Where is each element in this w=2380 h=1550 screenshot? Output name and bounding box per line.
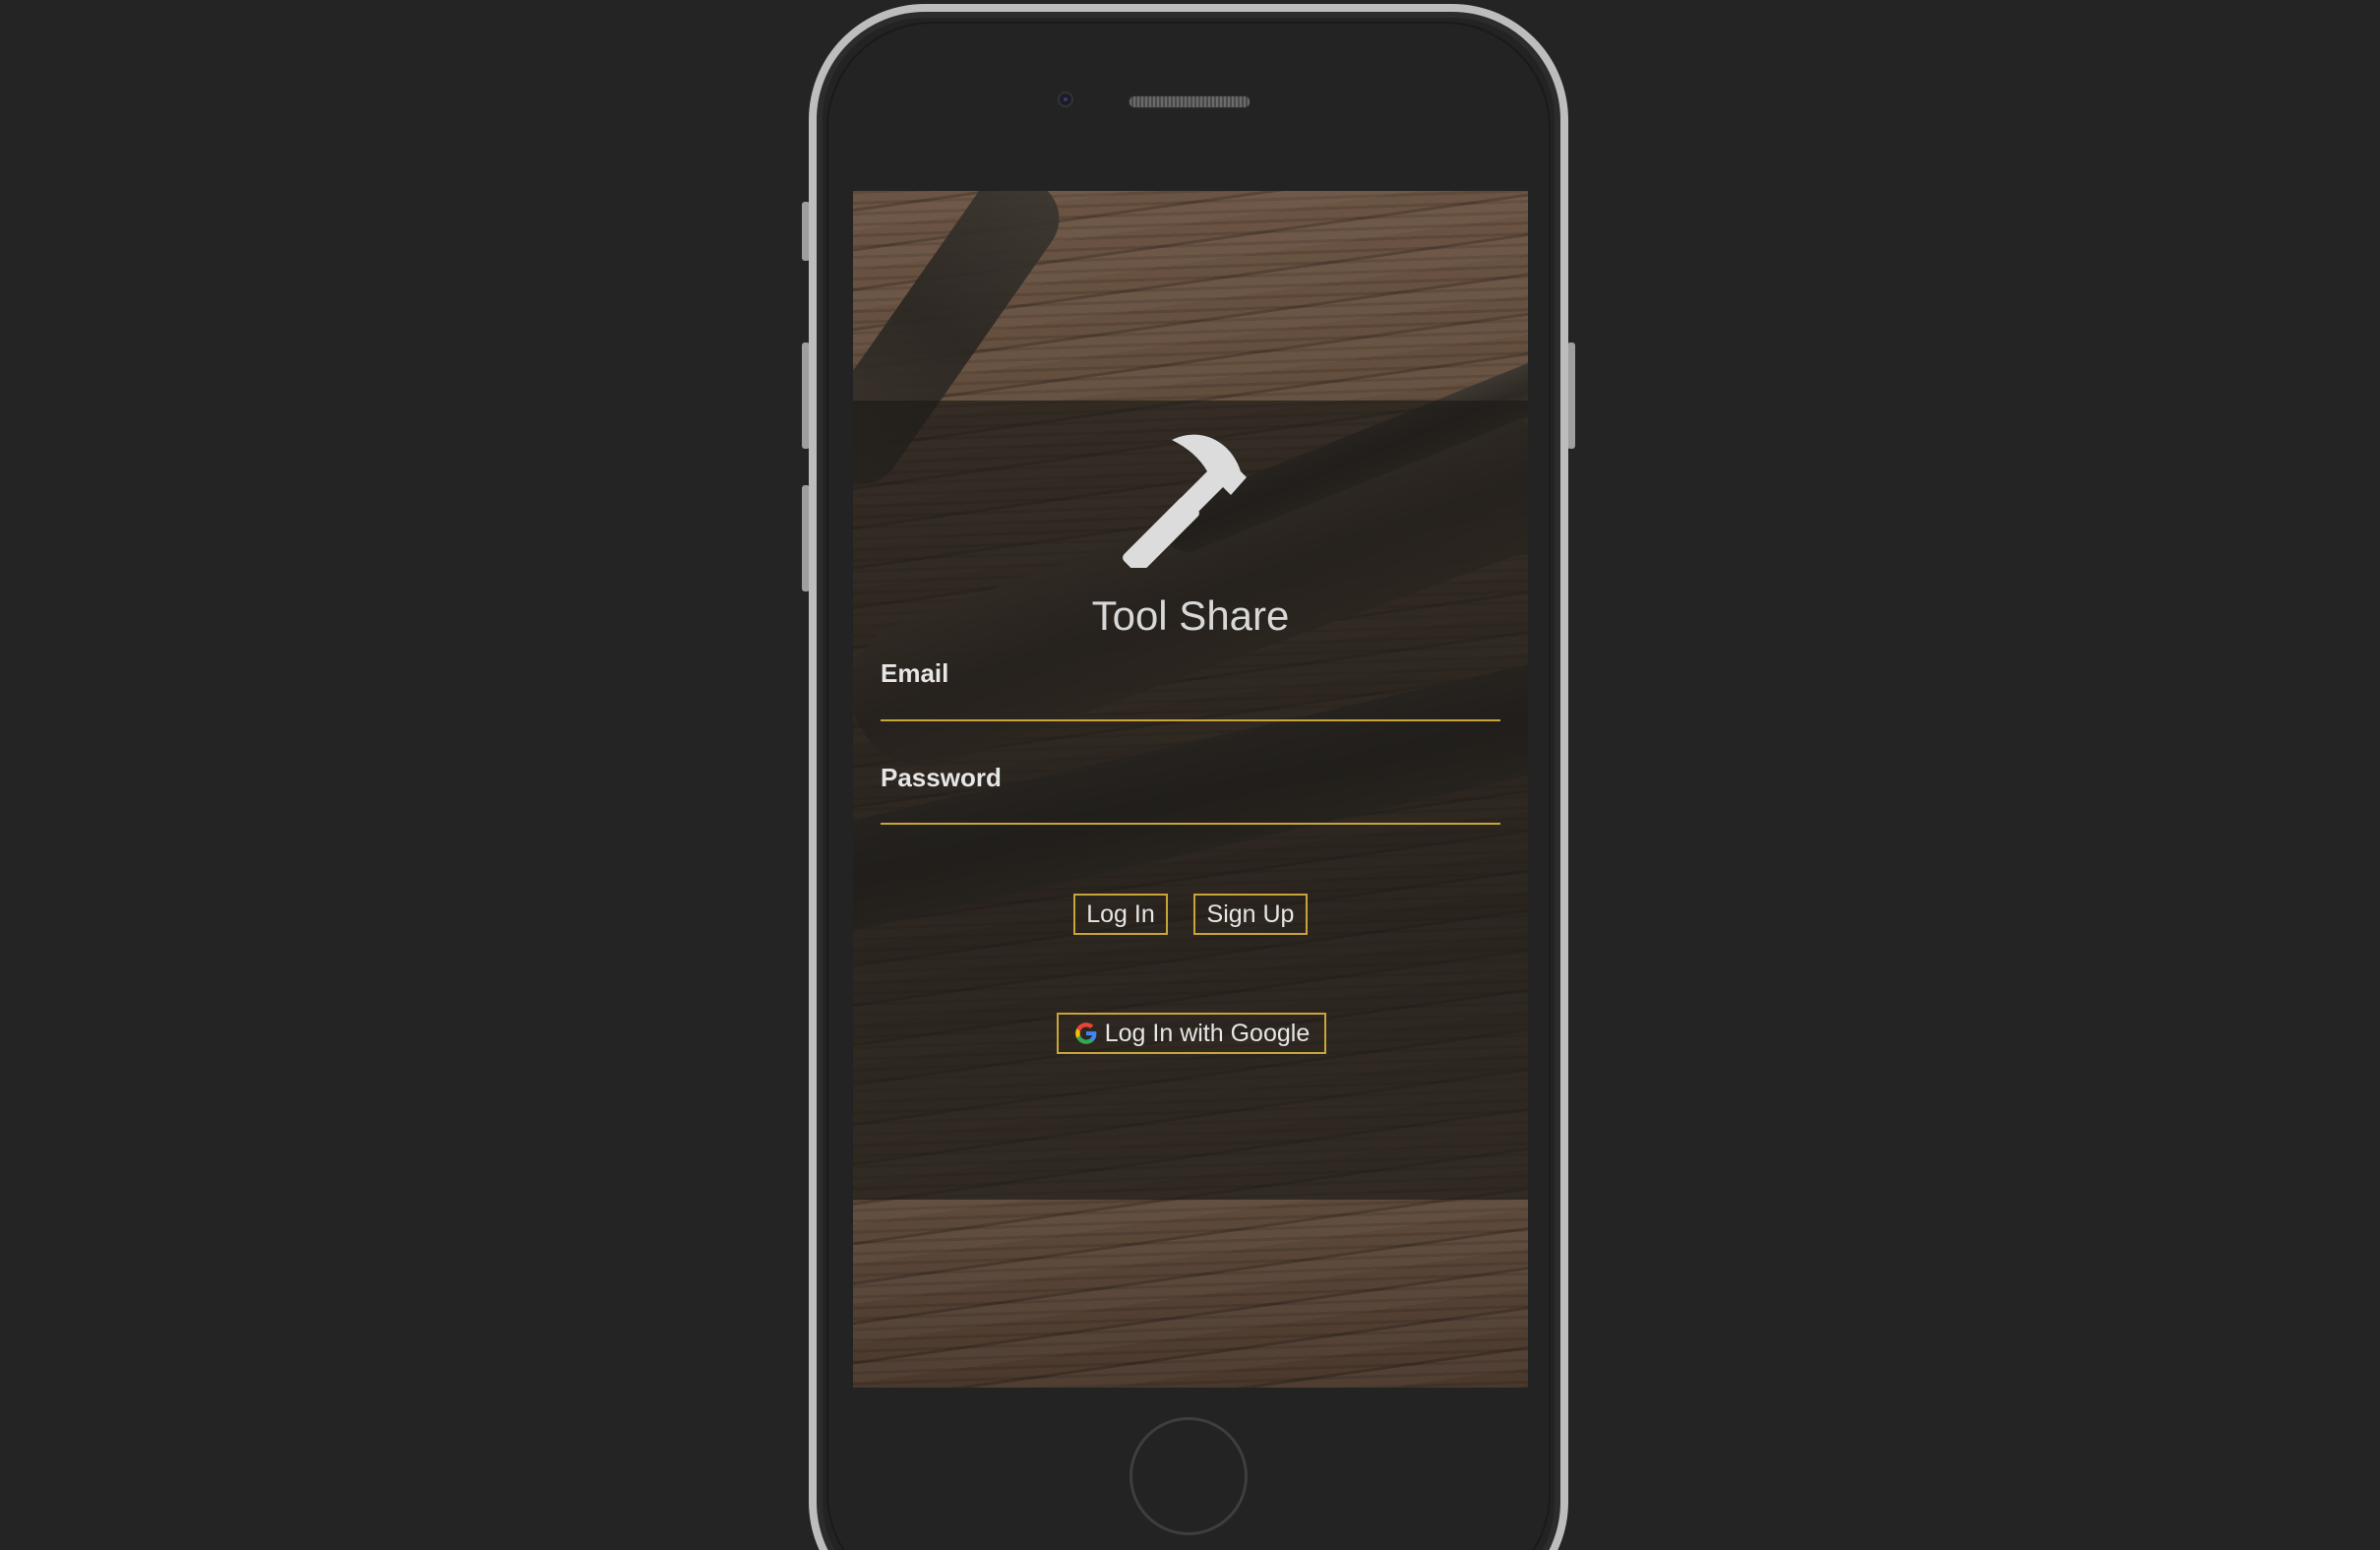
- hammer-icon: [1123, 434, 1247, 568]
- password-field[interactable]: [881, 783, 1500, 825]
- google-login-label: Log In with Google: [1104, 1019, 1311, 1047]
- email-field[interactable]: [881, 680, 1500, 721]
- login-button[interactable]: Log In: [1073, 894, 1168, 935]
- app-screen: Tool Share Email Password Log In Sign Up…: [853, 191, 1528, 1388]
- front-camera: [1058, 92, 1073, 107]
- app-title: Tool Share: [1091, 592, 1290, 639]
- earpiece-speaker: [1129, 95, 1251, 108]
- power-button: [1567, 342, 1575, 449]
- login-button-label: Log In: [1086, 899, 1155, 928]
- google-g-icon: [1074, 1023, 1097, 1044]
- login-content: Tool Share Email Password Log In Sign Up…: [853, 401, 1528, 1200]
- signup-button[interactable]: Sign Up: [1193, 894, 1308, 935]
- page-background: Tool Share Email Password Log In Sign Up…: [0, 0, 2380, 1550]
- home-button[interactable]: [1129, 1417, 1248, 1535]
- google-login-button[interactable]: Log In with Google: [1057, 1013, 1326, 1054]
- signup-button-label: Sign Up: [1206, 899, 1295, 928]
